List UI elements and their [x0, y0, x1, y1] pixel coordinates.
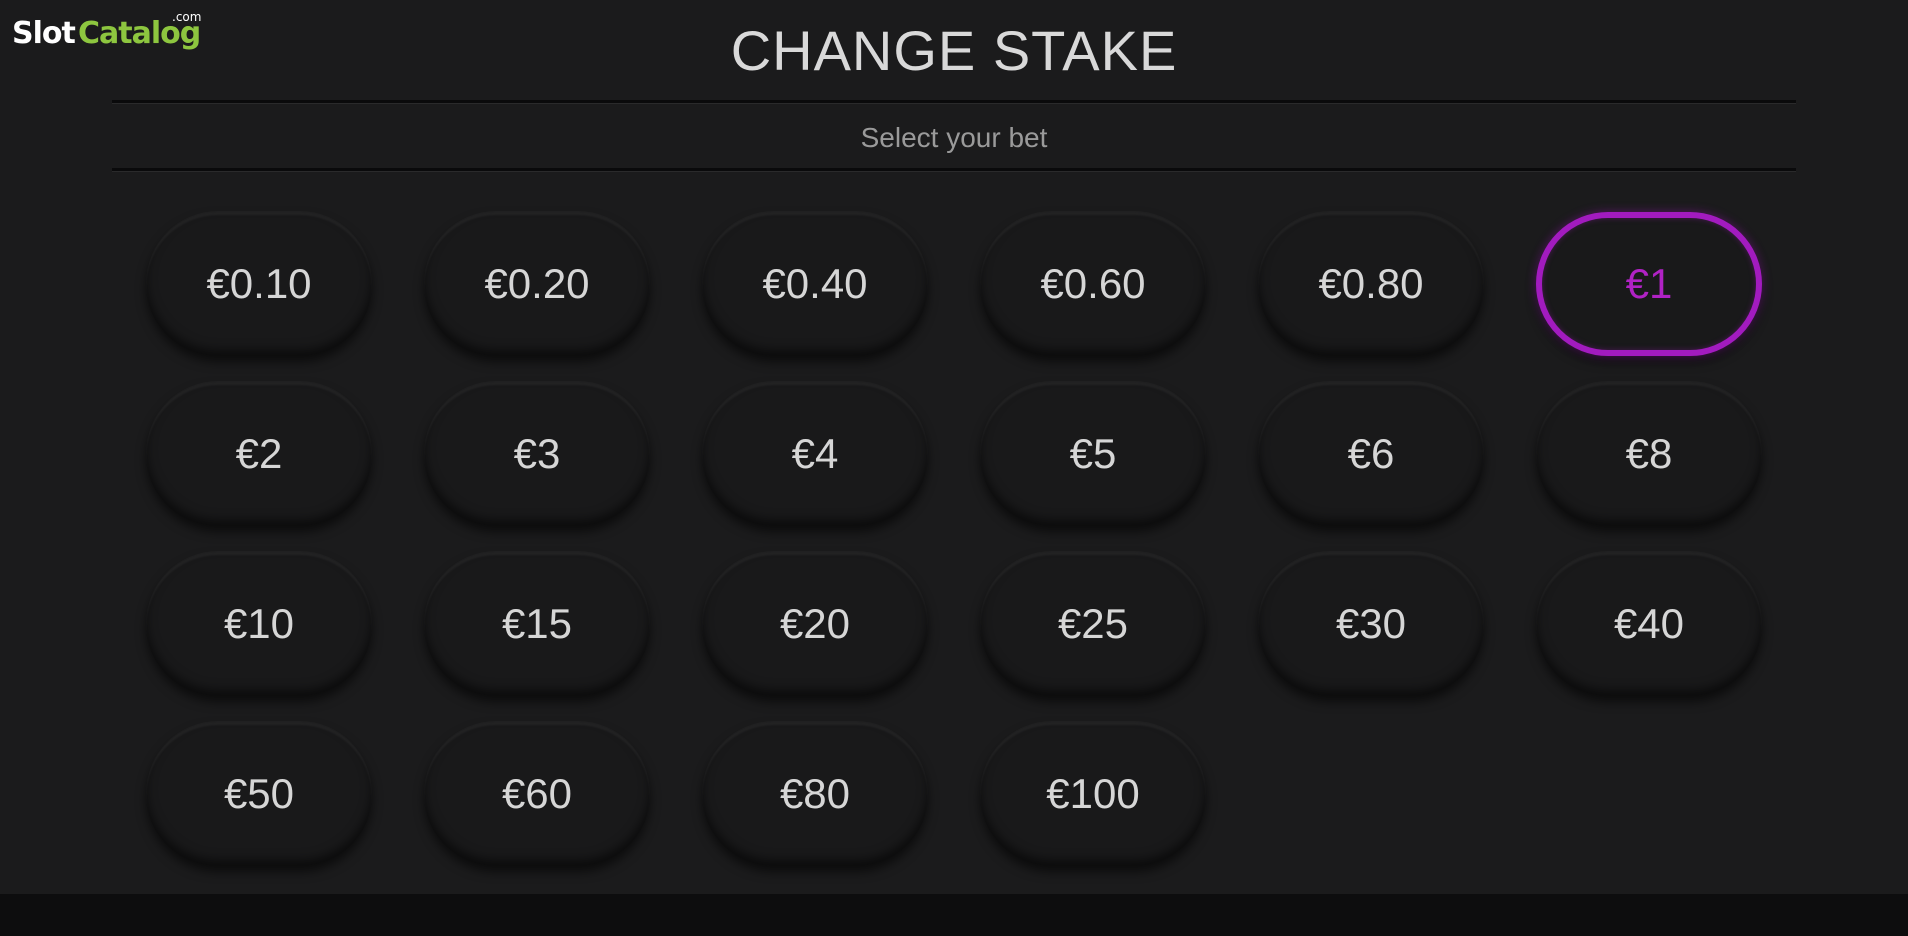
- divider-top: [112, 100, 1796, 104]
- stake-button[interactable]: €4: [702, 382, 928, 526]
- stake-button[interactable]: €0.20: [424, 212, 650, 356]
- stake-grid: €0.10 €0.20 €0.40 €0.60 €0.80 €1 €2 €3 €…: [146, 212, 1766, 866]
- stake-button[interactable]: €25: [980, 552, 1206, 696]
- change-stake-screen: Slot Catalog .com CHANGE STAKE Select yo…: [0, 0, 1908, 936]
- stake-button[interactable]: €8: [1536, 382, 1762, 526]
- page-title: CHANGE STAKE: [730, 19, 1178, 82]
- page-subtitle: Select your bet: [860, 122, 1048, 153]
- stake-button[interactable]: €100: [980, 722, 1206, 866]
- stake-button[interactable]: €2: [146, 382, 372, 526]
- stake-button[interactable]: €50: [146, 722, 372, 866]
- stake-button[interactable]: €30: [1258, 552, 1484, 696]
- stake-button[interactable]: €0.80: [1258, 212, 1484, 356]
- stake-button[interactable]: €40: [1536, 552, 1762, 696]
- bottom-bar: [0, 894, 1908, 936]
- stake-button[interactable]: €10: [146, 552, 372, 696]
- stake-button[interactable]: €15: [424, 552, 650, 696]
- stake-button[interactable]: €0.60: [980, 212, 1206, 356]
- stake-button[interactable]: €6: [1258, 382, 1484, 526]
- stake-button[interactable]: €80: [702, 722, 928, 866]
- stake-button[interactable]: €60: [424, 722, 650, 866]
- divider-bottom: [112, 168, 1796, 172]
- stake-button-selected[interactable]: €1: [1536, 212, 1762, 356]
- stake-button[interactable]: €5: [980, 382, 1206, 526]
- stake-button[interactable]: €0.40: [702, 212, 928, 356]
- stake-button[interactable]: €3: [424, 382, 650, 526]
- stake-button[interactable]: €20: [702, 552, 928, 696]
- stake-button[interactable]: €0.10: [146, 212, 372, 356]
